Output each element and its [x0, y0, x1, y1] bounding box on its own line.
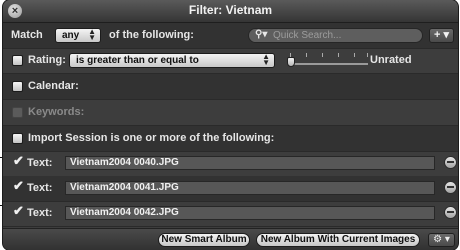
text-rule-field[interactable]: Vietnam2004 0041.JPG [65, 181, 435, 195]
text-rule-field[interactable]: Vietnam2004 0042.JPG [65, 206, 435, 220]
add-rule-button[interactable]: + ▾ [429, 28, 454, 43]
slider-thumb[interactable] [287, 57, 295, 67]
action-menu-button[interactable]: ⚙ ▾ [428, 233, 455, 247]
text-rule-row: ✔ Text: Vietnam2004 0042.JPG [3, 201, 458, 227]
remove-rule-button[interactable] [444, 156, 457, 169]
keywords-label: Keywords: [28, 106, 85, 118]
slider-tick [338, 53, 339, 57]
match-row: Match any ▲▼ of the following: ⚲▾ + ▾ [3, 23, 458, 49]
remove-rule-button[interactable] [444, 181, 457, 194]
text-rule-value: Vietnam2004 0042.JPG [70, 207, 179, 218]
gear-icon: ⚙ ▾ [433, 234, 450, 245]
text-rule-value: Vietnam2004 0040.JPG [70, 157, 179, 168]
match-mode-value: any [62, 30, 80, 41]
new-album-with-current-images-button[interactable]: New Album With Current Images [256, 233, 420, 247]
calendar-label: Calendar: [28, 80, 79, 92]
quick-search-input[interactable] [273, 29, 418, 42]
keywords-checkbox [12, 107, 23, 118]
keywords-row: Keywords: [3, 100, 458, 126]
import-session-row: Import Session is one or more of the fol… [3, 126, 458, 152]
calendar-checkbox[interactable] [12, 81, 23, 92]
rating-slider-value: Unrated [370, 54, 412, 66]
title-bar[interactable]: × Filter: Vietnam [3, 0, 458, 23]
window-title: Filter: Vietnam [188, 3, 273, 17]
text-rule-value: Vietnam2004 0041.JPG [70, 182, 179, 193]
text-rule-label: Text: [27, 157, 53, 169]
text-rule-row: ✔ Text: Vietnam2004 0041.JPG [3, 176, 458, 202]
popup-arrows-icon: ▲ ▼ [88, 27, 96, 42]
match-suffix-label: of the following: [109, 29, 194, 41]
match-label: Match [11, 29, 43, 41]
rating-row: Rating: is greater than or equal to ▲ ▼ U… [3, 48, 458, 74]
text-rule-row: ✔ Text: Vietnam2004 0040.JPG [3, 151, 458, 177]
new-smart-album-button[interactable]: New Smart Album [158, 233, 250, 247]
import-session-checkbox[interactable] [12, 133, 23, 144]
checkmark-icon[interactable]: ✔ [13, 178, 24, 194]
checkmark-icon[interactable]: ✔ [13, 203, 24, 219]
quick-search-field[interactable]: ⚲▾ [248, 28, 423, 43]
slider-tick [322, 53, 323, 57]
text-rule-label: Text: [27, 207, 53, 219]
match-mode-popup[interactable]: any ▲ ▼ [55, 28, 101, 43]
calendar-row: Calendar: [3, 74, 458, 100]
remove-rule-button[interactable] [444, 206, 457, 219]
text-rule-field[interactable]: Vietnam2004 0040.JPG [65, 156, 435, 170]
rating-operator-value: is greater than or equal to [76, 55, 199, 66]
popup-arrows-icon: ▲ ▼ [262, 52, 270, 67]
checkmark-icon[interactable]: ✔ [13, 153, 24, 169]
text-rule-label: Text: [27, 182, 53, 194]
slider-track[interactable] [288, 63, 368, 65]
slider-tick [306, 53, 307, 57]
filter-hud-window: × Filter: Vietnam Match any ▲ ▼ of the fo… [3, 0, 458, 250]
rating-operator-popup[interactable]: is greater than or equal to ▲ ▼ [69, 53, 275, 68]
import-session-label: Import Session is one or more of the fol… [28, 132, 275, 144]
slider-tick [354, 53, 355, 57]
search-icon[interactable]: ⚲▾ [255, 29, 267, 40]
plus-icon: + ▾ [433, 29, 449, 41]
slider-tick [367, 53, 368, 57]
rating-checkbox[interactable] [12, 55, 23, 66]
rating-label: Rating: [28, 54, 66, 66]
bottom-toolbar: New Smart Album New Album With Current I… [3, 228, 458, 250]
